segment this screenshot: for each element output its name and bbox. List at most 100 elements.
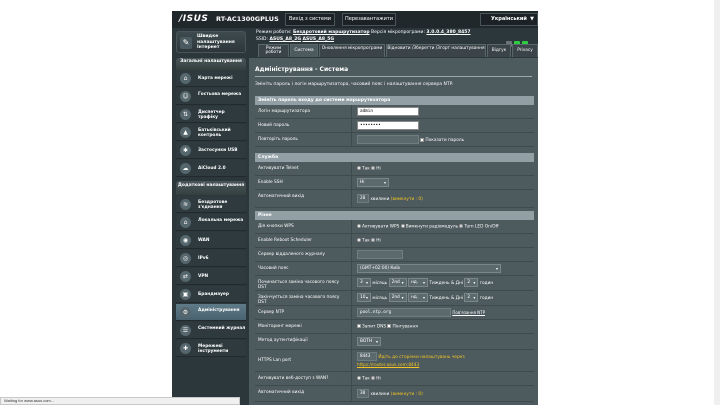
- sidebar-item-label: Брандмауер: [198, 292, 229, 297]
- chevron-down-icon: ▾: [401, 295, 404, 300]
- wps-activate-radio[interactable]: [357, 224, 361, 228]
- ssh-select[interactable]: Ні ▾: [357, 178, 389, 187]
- no-label: Ні: [376, 238, 381, 244]
- language-select[interactable]: Український ▼: [480, 13, 538, 26]
- sidebar-item-cloud[interactable]: ☁ AiCloud 2.0: [176, 160, 246, 177]
- sidebar-item-globe[interactable]: ◉ WAN: [176, 232, 246, 249]
- scheduler-yes-radio[interactable]: [357, 238, 361, 242]
- sidebar-item-usb[interactable]: ✱ Застосунки USB: [176, 142, 246, 159]
- dst-end-day-select[interactable]: нд. ▾: [407, 293, 428, 302]
- https-port-input[interactable]: 8443: [357, 352, 377, 361]
- wps-led-radio[interactable]: [459, 224, 464, 228]
- no-label: Ні: [376, 376, 381, 382]
- globe-icon: ◉: [180, 235, 191, 246]
- net-monitor-label: Моніторинг мережі: [258, 324, 302, 329]
- new-password-label: Новий пароль: [258, 123, 290, 128]
- login-input[interactable]: admin: [357, 107, 419, 116]
- telnet-no-radio[interactable]: [371, 166, 376, 170]
- wps-radio-off-radio[interactable]: [400, 224, 405, 228]
- tab-firmware-upgrade[interactable]: Оновлення мікропрограми: [319, 44, 385, 57]
- web-access-yes-radio[interactable]: [357, 376, 361, 380]
- sidebar-item-label: Адміністрування: [198, 307, 240, 313]
- tab-operation-mode[interactable]: Режим роботи: [258, 44, 289, 57]
- wps-radio-off-label: Вимкнути радіомодуль: [405, 224, 459, 230]
- ssid-2g: ASUS_A8_2G: [269, 37, 302, 42]
- sidebar-item-vpn[interactable]: ⇄ VPN: [176, 268, 246, 285]
- page-scrollbar[interactable]: [714, 0, 720, 405]
- timezone-select[interactable]: (GMT+02:00) Київ ▾: [357, 264, 501, 273]
- ssh-label: Enable SSH: [258, 180, 283, 185]
- dst-end-hour: 2: [467, 295, 471, 300]
- sidebar-item-guest[interactable]: ☺ Гостьова мережа: [176, 88, 246, 105]
- ping-checkbox[interactable]: [387, 324, 392, 328]
- syslog-input[interactable]: [357, 250, 403, 259]
- firewall-icon: ▣: [180, 289, 191, 300]
- auto-logout-2-input[interactable]: 30: [357, 389, 369, 398]
- dst-start-mid: Тиждень & Дні: [429, 281, 464, 286]
- sidebar-item-traffic[interactable]: ⇅ Диспетчер трафіку: [176, 106, 246, 123]
- dst-start-hour-select[interactable]: 2 ▾: [464, 278, 479, 287]
- logout-note: (вимкнути : 0): [390, 197, 423, 202]
- telnet-yes-radio[interactable]: [357, 166, 361, 170]
- dst-end-hour-select[interactable]: 2 ▾: [464, 293, 479, 302]
- ntp-label: Сервер NTP: [258, 310, 285, 315]
- section-password: Змініть пароль входу до системи маршрути…: [255, 96, 534, 105]
- sidebar-item-wifi[interactable]: ≋ Бездротове з'єднання: [176, 196, 246, 213]
- web-access-no-radio[interactable]: [371, 376, 376, 380]
- sidebar-item-map[interactable]: ⌂ Карта мережі: [176, 70, 246, 87]
- sidebar-item-lock[interactable]: ▲ Батьківський контроль: [176, 124, 246, 141]
- ssid-5g: ASUS_A8_5G: [302, 37, 335, 42]
- show-password-checkbox[interactable]: [420, 137, 425, 142]
- tab-privacy[interactable]: Privacy: [512, 44, 538, 57]
- sidebar-item-label: Диспетчер трафіку: [198, 109, 225, 120]
- dns-query-checkbox[interactable]: [357, 324, 361, 328]
- row-web-access: Активувати веб-доступ з WAN? Так Ні: [255, 372, 534, 386]
- reboot-button[interactable]: Перезавантажити: [342, 13, 396, 26]
- sidebar-item-admin[interactable]: ⚙ Адміністрування: [176, 304, 246, 321]
- timezone-label: Часовий пояс: [258, 266, 289, 271]
- auto-logout-input[interactable]: 20: [357, 194, 369, 203]
- tab-feedback[interactable]: Відгук: [487, 44, 511, 57]
- wps-led-label: Turn LED On/Off: [464, 224, 499, 230]
- sidebar-item-log[interactable]: ☰ Системний журнал: [176, 322, 246, 339]
- auth-select[interactable]: BOTH ▾: [357, 337, 381, 346]
- lock-icon: ▲: [180, 127, 191, 138]
- scheduler-no-radio[interactable]: [371, 238, 376, 242]
- sidebar-item-home[interactable]: ⌂ Локальна мережа: [176, 214, 246, 231]
- tab-restore-save[interactable]: Відновити /Зберегти /Згорт налаштування: [386, 44, 486, 57]
- browser-status-bar: Waiting for www.asus.com...: [0, 397, 240, 405]
- vpn-icon: ⇄: [180, 271, 191, 282]
- dst-start-day-select[interactable]: нд. ▾: [407, 278, 428, 287]
- ntp-link[interactable]: Пов'язання NTP: [452, 310, 485, 317]
- yes-label: Так: [362, 238, 370, 244]
- row-telnet: Активувати Telnet Так Ні: [255, 162, 534, 176]
- firmware-link[interactable]: 3.0.0.4_380_8457: [426, 30, 470, 35]
- repeat-password-label: Повторіть пароль: [258, 137, 298, 142]
- log-icon: ☰: [180, 325, 191, 336]
- dst-end-month-select[interactable]: 10 ▾: [357, 293, 371, 302]
- new-password-input[interactable]: ••••••••: [357, 121, 419, 130]
- auto-logout-2-label: Автоматичний вихід: [258, 390, 305, 395]
- wps-activate-label: Активувати WPS: [362, 224, 400, 230]
- ssh-value: Ні: [360, 180, 365, 185]
- repeat-password-input[interactable]: [357, 135, 419, 144]
- row-auth: Метод аутентифікації BOTH ▾: [255, 334, 534, 350]
- dst-start-month-select[interactable]: 3 ▾: [357, 278, 371, 287]
- ntp-input[interactable]: pool.ntp.org: [357, 308, 451, 317]
- mode-link[interactable]: Бездротовий маршрутизатор: [293, 30, 370, 35]
- operation-mode-line: Режим роботи: Бездротовий маршрутизатор …: [256, 30, 470, 35]
- chevron-down-icon: ▾: [473, 295, 476, 300]
- row-ssh: Enable SSH Ні ▾: [255, 176, 534, 190]
- yes-label: Так: [362, 166, 370, 172]
- sidebar-item-tools[interactable]: ✚ Мережеві інструменти: [176, 340, 246, 357]
- quick-setup-button[interactable]: ✎ Швидке налаштування Інтернет: [176, 31, 246, 53]
- sidebar-item-ipv6[interactable]: ◎ IPv6: [176, 250, 246, 267]
- mode-label: Режим роботи:: [256, 30, 292, 35]
- login-label: Логін маршрутизатора: [258, 109, 310, 114]
- sidebar-item-firewall[interactable]: ▣ Брандмауер: [176, 286, 246, 303]
- logout-button[interactable]: Вихід з системи: [285, 13, 335, 26]
- tab-system[interactable]: Система: [290, 44, 318, 57]
- https-url-link[interactable]: https://router.asus.com:8443: [357, 363, 419, 368]
- dst-start-week-select[interactable]: 2nd ▾: [388, 278, 407, 287]
- dst-end-week-select[interactable]: 2nd ▾: [388, 293, 407, 302]
